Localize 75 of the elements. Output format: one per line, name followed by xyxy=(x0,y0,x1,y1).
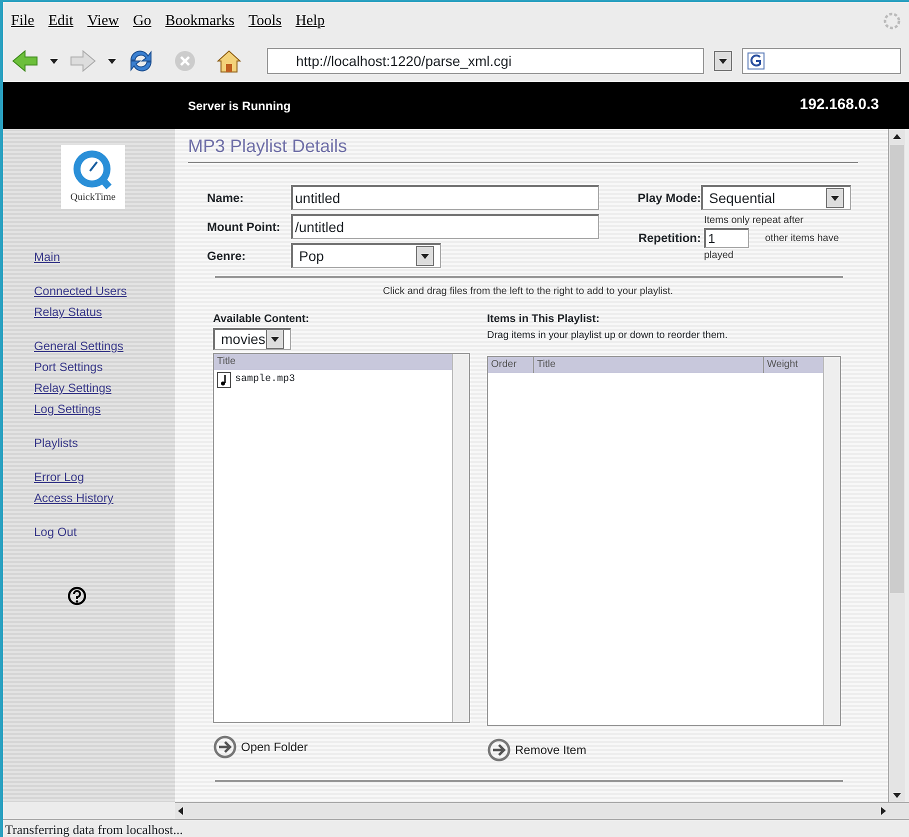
folder-dropdown[interactable]: movies xyxy=(213,328,291,350)
home-icon[interactable] xyxy=(215,48,243,74)
field-label: Genre: xyxy=(207,248,247,264)
list-scrollbar[interactable] xyxy=(823,356,840,724)
dropdown-button[interactable] xyxy=(714,51,732,71)
help-text: played xyxy=(704,249,734,263)
nav-link[interactable]: Access History xyxy=(34,488,114,509)
text-field[interactable]: /untitled xyxy=(291,214,599,239)
help-text: Drag items in your playlist up or down to reorder them. xyxy=(487,328,729,342)
nav-link[interactable]: Log Settings xyxy=(34,399,101,420)
nav-link[interactable]: General Settings xyxy=(34,336,124,357)
arrow-circle-icon xyxy=(487,738,511,762)
nav-link[interactable]: Connected Users xyxy=(34,281,127,302)
nav-link[interactable]: Relay Settings xyxy=(34,378,112,399)
scroll-down-icon[interactable] xyxy=(892,790,902,800)
help-text: Items only repeat after xyxy=(704,214,804,228)
nav-link[interactable]: Main xyxy=(34,247,60,268)
action-button[interactable]: Open Folder xyxy=(213,734,308,758)
menu-item[interactable]: View xyxy=(87,10,119,32)
dropdown-arrow-button[interactable] xyxy=(266,329,284,349)
column-header[interactable]: Title xyxy=(214,354,452,370)
page-title: MP3 Playlist Details xyxy=(188,133,858,163)
dropdown-icon[interactable] xyxy=(49,56,59,66)
dropdown-arrow-button[interactable] xyxy=(416,246,434,266)
menu-item[interactable]: Tools xyxy=(248,10,282,32)
text-field[interactable]: untitled xyxy=(291,185,599,210)
scroll-thumb[interactable] xyxy=(890,145,904,593)
server-status: Server is Running xyxy=(188,98,291,114)
horizontal-scrollbar[interactable] xyxy=(175,802,909,819)
caret-icon xyxy=(420,251,430,261)
back-arrow-icon[interactable] xyxy=(11,49,39,73)
help-icon[interactable] xyxy=(67,586,87,606)
search-field[interactable] xyxy=(742,48,901,74)
arrow-circle-icon xyxy=(213,734,237,758)
field-label: Mount Point: xyxy=(207,218,282,236)
field-label: Play Mode: xyxy=(636,190,701,206)
caret-icon xyxy=(830,193,840,203)
music-note-icon xyxy=(217,372,231,388)
dropdown-field[interactable]: Pop xyxy=(291,243,441,268)
vertical-scrollbar[interactable] xyxy=(888,129,905,802)
list-scrollbar[interactable] xyxy=(452,354,469,722)
dropdown-icon[interactable] xyxy=(107,56,117,66)
section-heading: Available Content: xyxy=(213,312,310,327)
column-header[interactable]: Title xyxy=(533,356,763,372)
dropdown-field[interactable]: Sequential xyxy=(701,185,851,210)
nav-link[interactable]: Playlists xyxy=(34,433,78,454)
field-label: Name: xyxy=(207,190,245,206)
nav-link[interactable]: Relay Status xyxy=(34,302,102,323)
section-heading: Items in This Playlist: xyxy=(487,312,600,327)
column-header[interactable]: Order xyxy=(488,356,533,372)
dropdown-arrow-button[interactable] xyxy=(826,188,844,208)
menu-item[interactable]: File xyxy=(11,10,34,32)
search-engine-icon xyxy=(747,52,766,70)
help-text: other items have xyxy=(765,232,839,246)
menu-item[interactable]: Edit xyxy=(48,10,74,32)
logo-icon xyxy=(73,150,113,190)
server-address: 192.168.0.3 xyxy=(800,95,879,116)
logo-caption: QuickTime xyxy=(70,190,116,204)
nav-link[interactable]: Error Log xyxy=(34,467,84,488)
column-header[interactable]: Weight xyxy=(763,356,823,372)
field-label: Repetition: xyxy=(637,230,701,247)
instruction-text: Click and drag files from the left to the right to add to your playlist. xyxy=(382,285,674,299)
menu-item[interactable]: Go xyxy=(132,10,152,32)
action-button[interactable]: Remove Item xyxy=(487,738,586,762)
caret-icon xyxy=(718,56,728,66)
file-name[interactable]: sample.mp3 xyxy=(235,372,296,387)
menu-item[interactable]: Bookmarks xyxy=(165,10,234,32)
nav-link[interactable]: Log Out xyxy=(34,522,77,543)
number-field[interactable]: 1 xyxy=(704,228,749,248)
menu-item[interactable]: Help xyxy=(296,10,325,32)
throbber-icon xyxy=(883,12,901,30)
nav-link[interactable]: Port Settings xyxy=(34,357,103,378)
url-field[interactable]: http://localhost:1220/parse_xml.cgi xyxy=(267,48,704,74)
caret-icon xyxy=(270,334,280,344)
status-bar: Transferring data from localhost... xyxy=(3,819,909,837)
